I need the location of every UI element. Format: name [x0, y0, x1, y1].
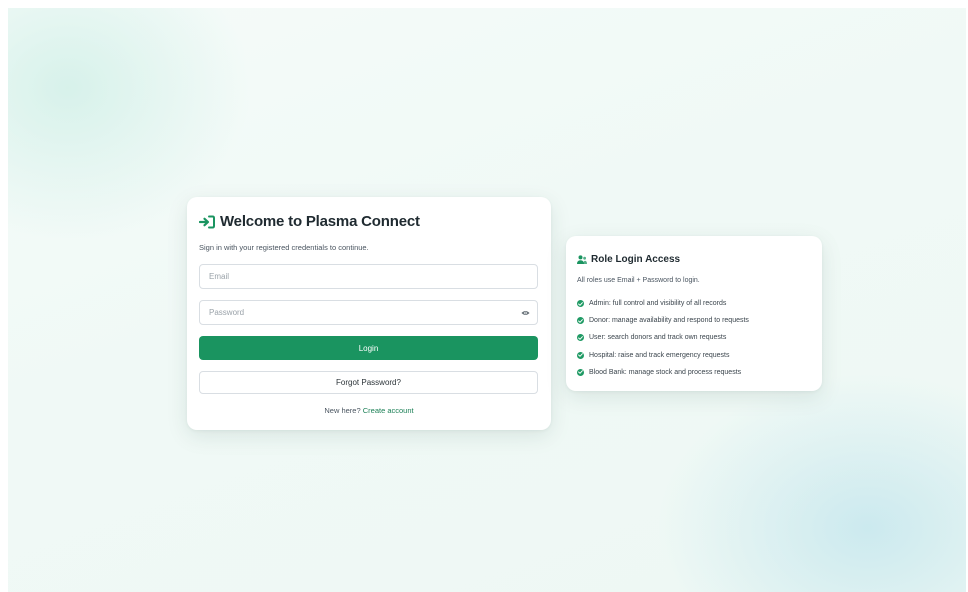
- login-card: Welcome to Plasma Connect Sign in with y…: [187, 197, 551, 430]
- forgot-password-button[interactable]: Forgot Password?: [199, 371, 538, 394]
- role-description: All roles use Email + Password to login.: [577, 277, 700, 284]
- role-access-card: Role Login Access All roles use Email + …: [566, 236, 822, 391]
- email-field[interactable]: [199, 264, 538, 289]
- login-title: Welcome to Plasma Connect: [199, 213, 420, 230]
- list-item: Blood Bank: manage stock and process req…: [577, 364, 749, 381]
- email-input[interactable]: [207, 271, 530, 282]
- check-circle-icon: [577, 351, 584, 359]
- role-item-user: User: search donors and track own reques…: [589, 334, 727, 342]
- login-title-text: Welcome to Plasma Connect: [220, 213, 420, 230]
- sign-in-icon: [199, 215, 215, 228]
- login-subtitle: Sign in with your registered credentials…: [199, 243, 369, 252]
- signup-prompt-text: New here?: [324, 406, 361, 415]
- role-title: Role Login Access: [577, 254, 680, 265]
- list-item: Hospital: raise and track emergency requ…: [577, 347, 749, 364]
- password-input[interactable]: [207, 307, 521, 318]
- password-field[interactable]: [199, 300, 538, 325]
- list-item: User: search donors and track own reques…: [577, 329, 749, 346]
- list-item: Donor: manage availability and respond t…: [577, 312, 749, 329]
- signup-prompt: New here? Create account: [187, 406, 551, 415]
- role-item-hospital: Hospital: raise and track emergency requ…: [589, 351, 730, 359]
- check-circle-icon: [577, 317, 584, 325]
- list-item: Admin: full control and visibility of al…: [577, 295, 749, 312]
- role-item-donor: Donor: manage availability and respond t…: [589, 317, 749, 325]
- check-circle-icon: [577, 368, 584, 376]
- page-background: Welcome to Plasma Connect Sign in with y…: [8, 8, 966, 592]
- users-icon: [577, 255, 587, 264]
- role-list: Admin: full control and visibility of al…: [577, 295, 749, 381]
- role-title-text: Role Login Access: [591, 254, 681, 265]
- eye-icon[interactable]: [521, 310, 530, 316]
- role-item-blood-bank: Blood Bank: manage stock and process req…: [589, 368, 742, 376]
- check-circle-icon: [577, 300, 584, 308]
- create-account-link[interactable]: Create account: [363, 406, 414, 415]
- login-button[interactable]: Login: [199, 336, 538, 360]
- role-item-admin: Admin: full control and visibility of al…: [589, 300, 727, 308]
- check-circle-icon: [577, 334, 584, 342]
